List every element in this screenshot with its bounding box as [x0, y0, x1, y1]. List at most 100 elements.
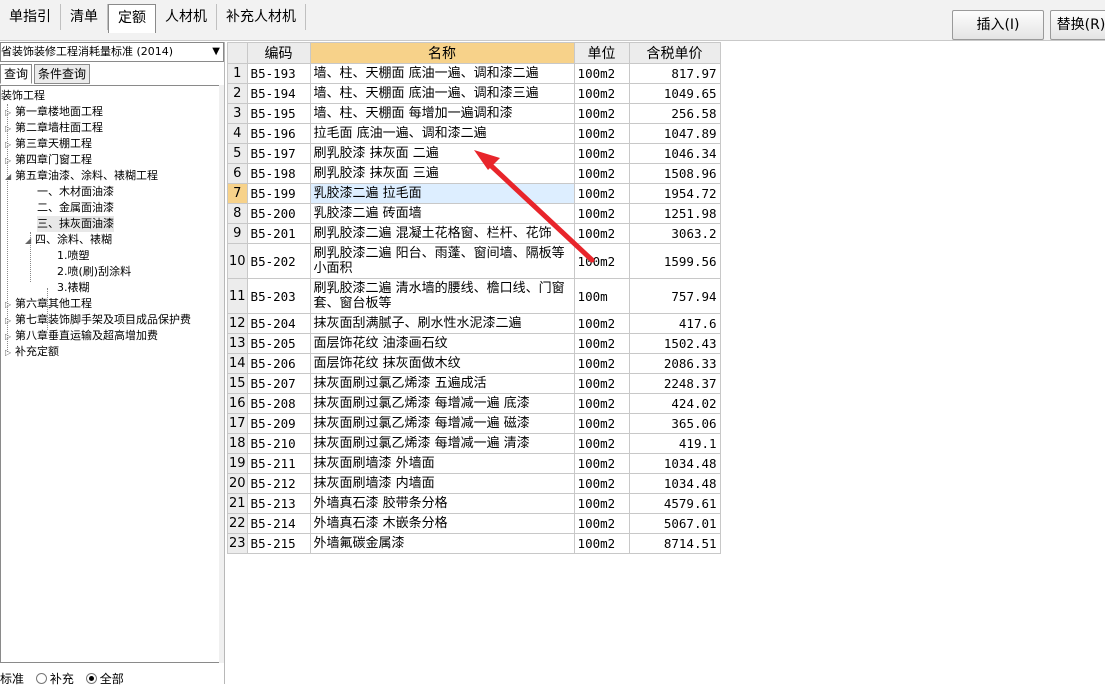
row-number[interactable]: 1 [227, 63, 248, 84]
cell-price[interactable]: 365.06 [628, 413, 721, 434]
cell-name[interactable]: 外墙氟碳金属漆 [309, 533, 575, 554]
cell-unit[interactable]: 100m2 [573, 313, 630, 334]
tree-node[interactable]: ▷ 第二章墙柱面工程 [5, 120, 103, 136]
expand-icon[interactable]: ▷ [5, 121, 15, 137]
cell-code[interactable]: B5-194 [246, 83, 311, 104]
cell-name[interactable]: 墙、柱、天棚面 每增加一遍调和漆 [309, 103, 575, 124]
cell-name[interactable]: 抹灰面刮满腻子、刷水性水泥漆二遍 [309, 313, 575, 334]
cell-name[interactable]: 外墙真石漆 木嵌条分格 [309, 513, 575, 534]
cell-name[interactable]: 抹灰面刷过氯乙烯漆 每增减一遍 清漆 [309, 433, 575, 454]
expand-icon[interactable]: ▷ [5, 105, 15, 121]
tree-node[interactable]: ▷ 第八章垂直运输及超高增加费 [5, 328, 158, 344]
tree-node[interactable]: ▷ 补充定额 [5, 344, 59, 360]
row-number[interactable]: 20 [227, 473, 248, 494]
cell-unit[interactable]: 100m2 [573, 143, 630, 164]
table-row[interactable]: 17 B5-209 抹灰面刷过氯乙烯漆 每增减一遍 磁漆 100m2 365.06 [227, 413, 721, 434]
cell-code[interactable]: B5-211 [246, 453, 311, 474]
table-row[interactable]: 18 B5-210 抹灰面刷过氯乙烯漆 每增减一遍 清漆 100m2 419.1 [227, 433, 721, 454]
cell-name[interactable]: 乳胶漆二遍 拉毛面 [309, 183, 575, 204]
row-number[interactable]: 2 [227, 83, 248, 104]
row-number[interactable]: 12 [227, 313, 248, 334]
collapse-icon[interactable]: ◢ [25, 233, 35, 249]
expand-icon[interactable]: ▷ [5, 137, 15, 153]
table-row[interactable]: 11 B5-203 刷乳胶漆二遍 清水墙的腰线、檐口线、门窗套、窗台板等 100m 75… [227, 278, 721, 314]
cell-code[interactable]: B5-206 [246, 353, 311, 374]
row-number[interactable]: 13 [227, 333, 248, 354]
cell-unit[interactable]: 100m2 [573, 453, 630, 474]
row-number[interactable]: 16 [227, 393, 248, 414]
cell-unit[interactable]: 100m2 [573, 473, 630, 494]
cell-price[interactable]: 424.02 [628, 393, 721, 414]
cell-code[interactable]: B5-215 [246, 533, 311, 554]
cell-price[interactable]: 2248.37 [628, 373, 721, 394]
cell-code[interactable]: B5-210 [246, 433, 311, 454]
cell-price[interactable]: 1508.96 [628, 163, 721, 184]
cell-unit[interactable]: 100m2 [573, 533, 630, 554]
cell-price[interactable]: 3063.2 [628, 223, 721, 244]
cell-price[interactable]: 419.1 [628, 433, 721, 454]
cell-price[interactable]: 5067.01 [628, 513, 721, 534]
cell-price[interactable]: 1599.56 [628, 243, 721, 279]
table-row[interactable]: 19 B5-211 抹灰面刷墙漆 外墙面 100m2 1034.48 [227, 453, 721, 474]
cell-name[interactable]: 刷乳胶漆二遍 清水墙的腰线、檐口线、门窗套、窗台板等 [309, 278, 575, 314]
cell-code[interactable]: B5-201 [246, 223, 311, 244]
column-header-unit[interactable]: 单位 [573, 42, 630, 64]
table-row[interactable]: 5 B5-197 刷乳胶漆 抹灰面 二遍 100m2 1046.34 [227, 143, 721, 164]
table-row[interactable]: 20 B5-212 抹灰面刷墙漆 内墙面 100m2 1034.48 [227, 473, 721, 494]
cell-name[interactable]: 刷乳胶漆 抹灰面 三遍 [309, 163, 575, 184]
cell-code[interactable]: B5-213 [246, 493, 311, 514]
row-number[interactable]: 22 [227, 513, 248, 534]
cell-name[interactable]: 抹灰面刷过氯乙烯漆 五遍成活 [309, 373, 575, 394]
cell-code[interactable]: B5-198 [246, 163, 311, 184]
cell-name[interactable]: 抹灰面刷墙漆 内墙面 [309, 473, 575, 494]
cell-unit[interactable]: 100m2 [573, 203, 630, 224]
cell-name[interactable]: 面层饰花纹 油漆画石纹 [309, 333, 575, 354]
cell-unit[interactable]: 100m2 [573, 353, 630, 374]
tree-node[interactable]: ▷ 第七章装饰脚手架及项目成品保护费 [5, 312, 191, 328]
cell-price[interactable]: 817.97 [628, 63, 721, 84]
tree-node[interactable]: ▷ 第六章其他工程 [5, 296, 92, 312]
table-row[interactable]: 7 B5-199 乳胶漆二遍 拉毛面 100m2 1954.72 [227, 183, 721, 204]
row-number[interactable]: 17 [227, 413, 248, 434]
cell-name[interactable]: 外墙真石漆 胶带条分格 [309, 493, 575, 514]
cell-code[interactable]: B5-202 [246, 243, 311, 279]
cell-code[interactable]: B5-193 [246, 63, 311, 84]
cell-name[interactable]: 乳胶漆二遍 砖面墙 [309, 203, 575, 224]
table-row[interactable]: 2 B5-194 墙、柱、天棚面 底油一遍、调和漆三遍 100m2 1049.65 [227, 83, 721, 104]
tree-scrollbar[interactable] [219, 85, 224, 663]
row-number[interactable]: 15 [227, 373, 248, 394]
cell-unit[interactable]: 100m2 [573, 243, 630, 279]
table-row[interactable]: 16 B5-208 抹灰面刷过氯乙烯漆 每增减一遍 底漆 100m2 424.02 [227, 393, 721, 414]
tree-node[interactable]: 1.喷塑 [57, 248, 90, 264]
row-number[interactable]: 7 [227, 183, 248, 204]
cell-code[interactable]: B5-199 [246, 183, 311, 204]
tab-supplement-resources[interactable]: 补充人材机 [217, 4, 306, 30]
cell-price[interactable]: 1047.89 [628, 123, 721, 144]
collapse-icon[interactable]: ◢ [5, 169, 15, 185]
cell-name[interactable]: 刷乳胶漆二遍 阳台、雨蓬、窗间墙、隔板等小面积 [309, 243, 575, 279]
cell-price[interactable]: 1954.72 [628, 183, 721, 204]
table-row[interactable]: 13 B5-205 面层饰花纹 油漆画石纹 100m2 1502.43 [227, 333, 721, 354]
tree-node[interactable]: ▷ 第三章天棚工程 [5, 136, 92, 152]
cell-price[interactable]: 1034.48 [628, 473, 721, 494]
cell-name[interactable]: 拉毛面 底油一遍、调和漆二遍 [309, 123, 575, 144]
cell-code[interactable]: B5-203 [246, 278, 311, 314]
column-header-code[interactable]: 编码 [246, 42, 311, 64]
cell-price[interactable]: 417.6 [628, 313, 721, 334]
column-header-price[interactable]: 含税单价 [628, 42, 721, 64]
cell-unit[interactable]: 100m2 [573, 513, 630, 534]
tree-node[interactable]: ▷ 第四章门窗工程 [5, 152, 92, 168]
cell-code[interactable]: B5-205 [246, 333, 311, 354]
cell-price[interactable]: 2086.33 [628, 353, 721, 374]
expand-icon[interactable]: ▷ [5, 329, 15, 345]
cell-price[interactable]: 1049.65 [628, 83, 721, 104]
cell-price[interactable]: 4579.61 [628, 493, 721, 514]
tab-bill-guide[interactable]: 单指引 [0, 4, 61, 30]
cell-unit[interactable]: 100m2 [573, 223, 630, 244]
table-row[interactable]: 15 B5-207 抹灰面刷过氯乙烯漆 五遍成活 100m2 2248.37 [227, 373, 721, 394]
tree-node[interactable]: ◢ 第五章油漆、涂料、裱糊工程 [5, 168, 158, 184]
cell-name[interactable]: 抹灰面刷过氯乙烯漆 每增减一遍 磁漆 [309, 413, 575, 434]
cell-code[interactable]: B5-208 [246, 393, 311, 414]
cell-unit[interactable]: 100m2 [573, 373, 630, 394]
cell-price[interactable]: 1251.98 [628, 203, 721, 224]
